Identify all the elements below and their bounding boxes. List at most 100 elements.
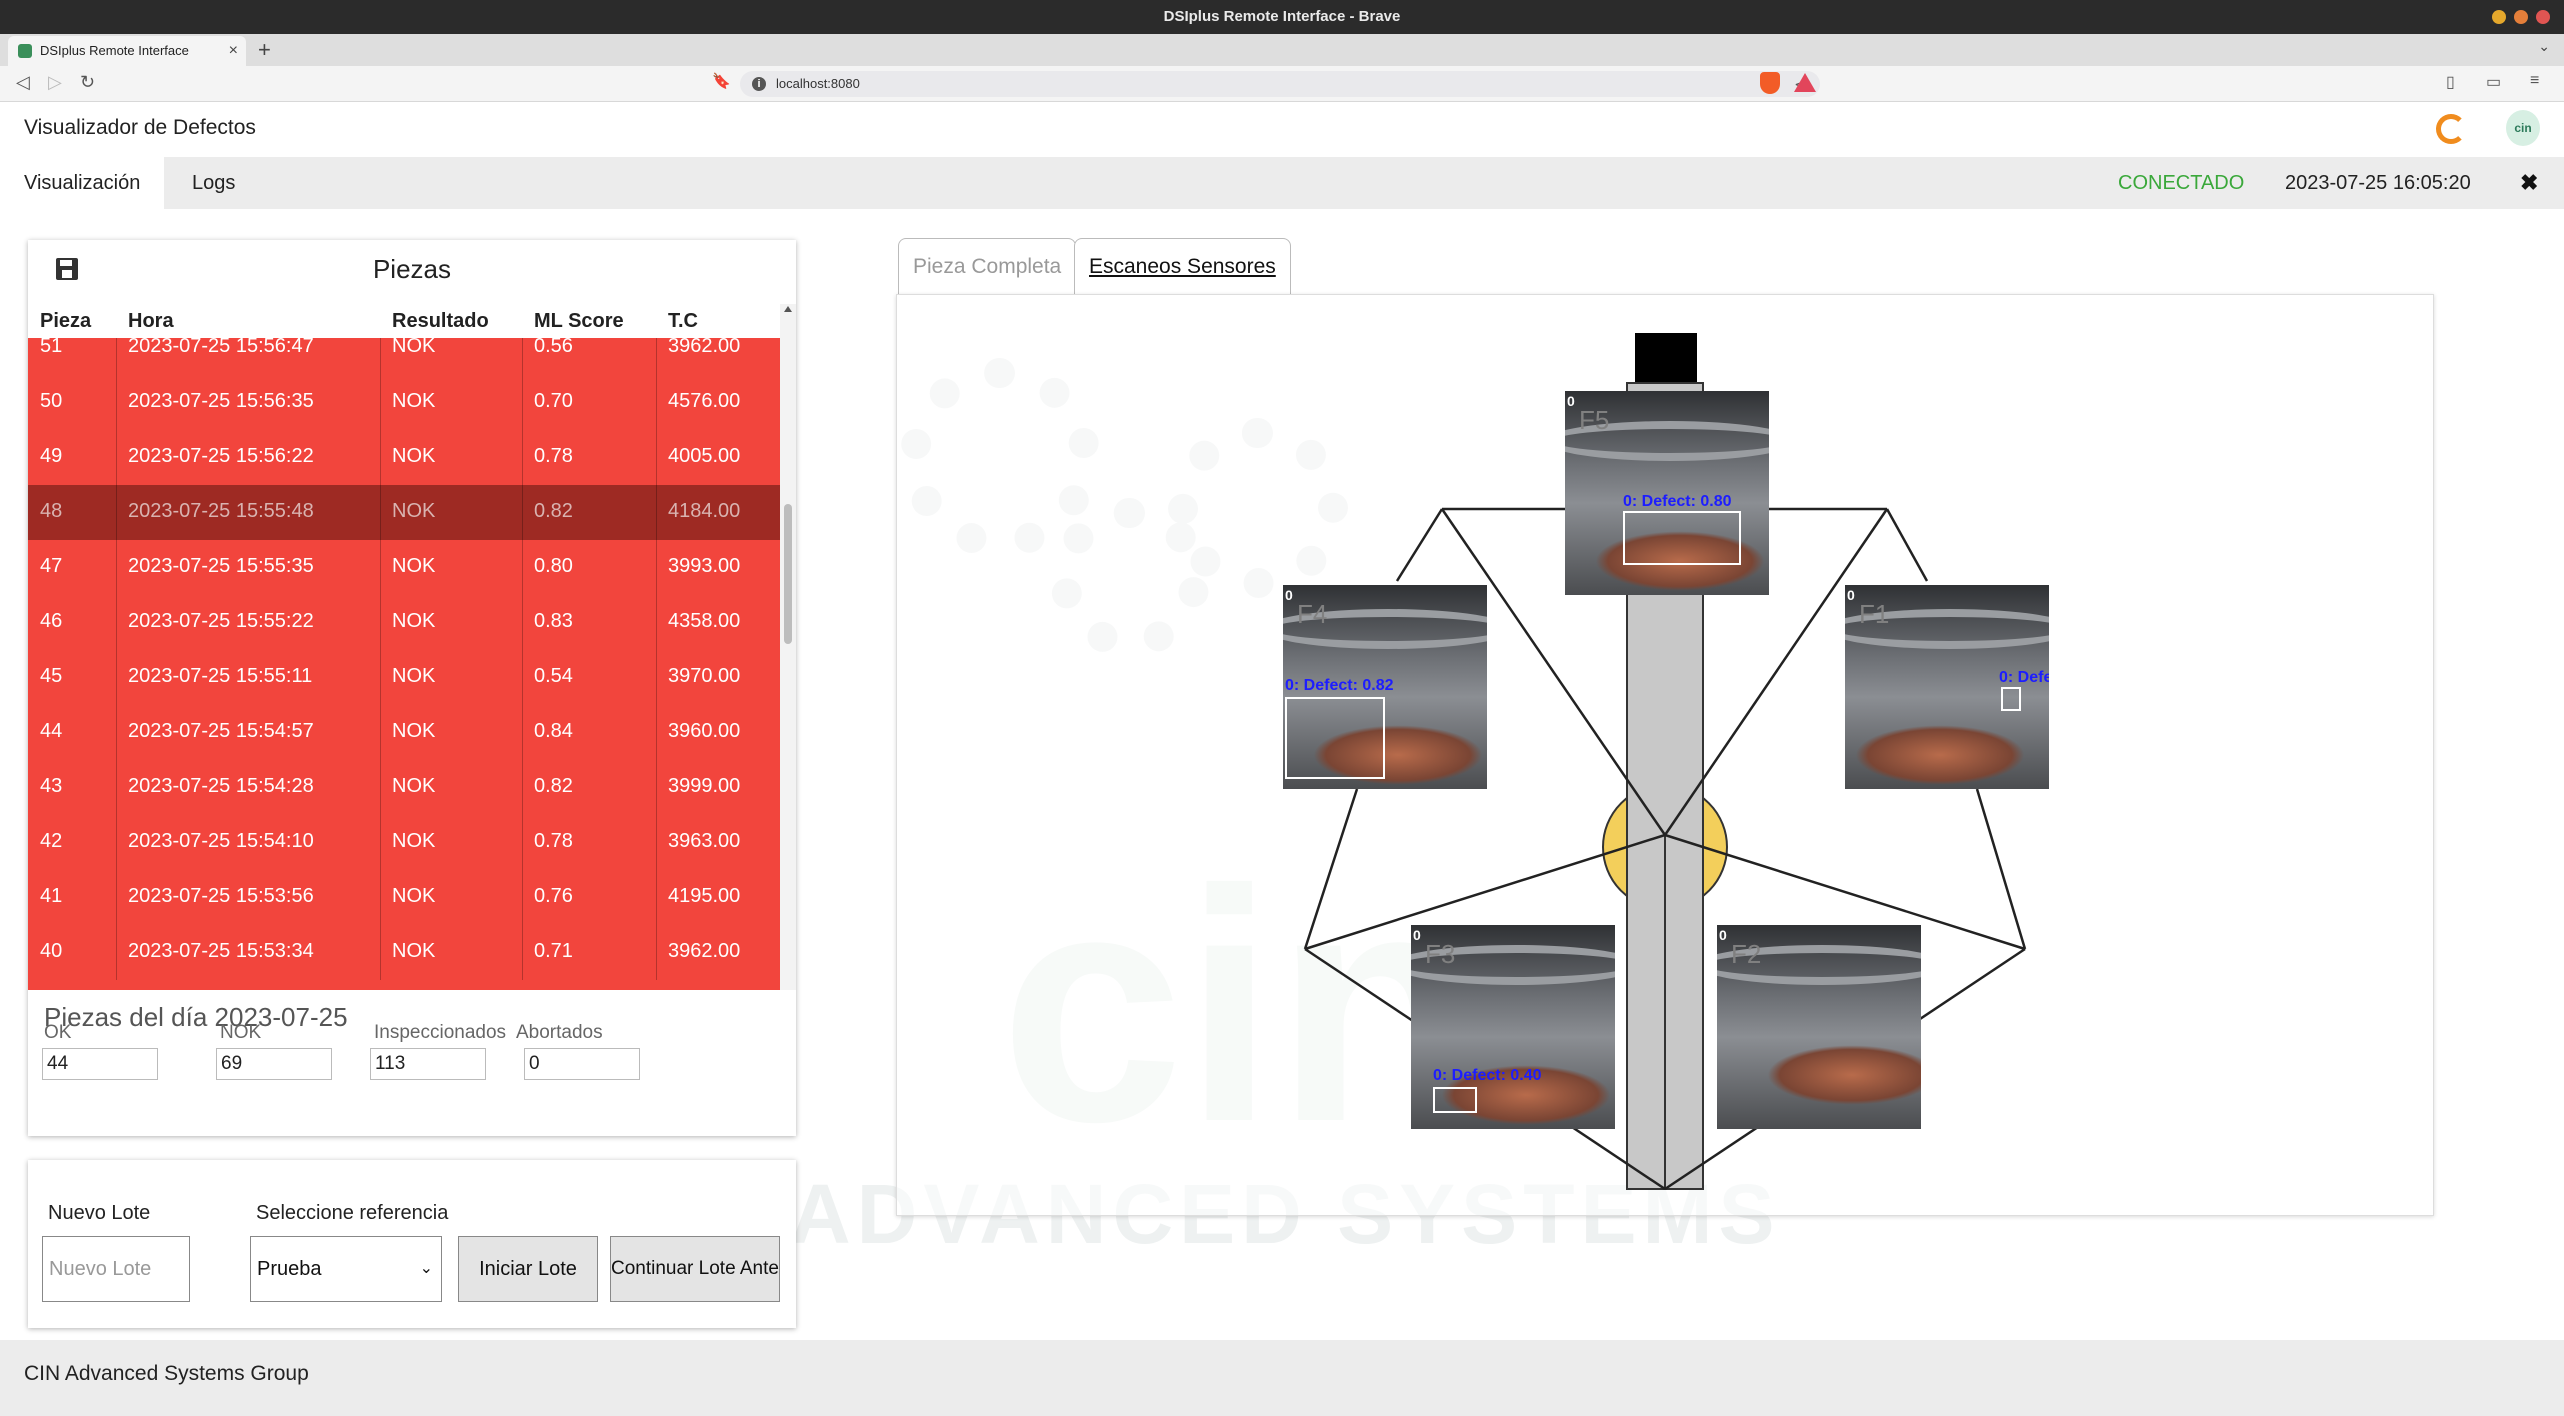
brave-shields-icon[interactable]	[1760, 72, 1780, 94]
cell-pieza: 51	[40, 338, 63, 357]
cell-hora: 2023-07-25 15:53:56	[128, 885, 314, 907]
day-summary-title: Piezas del día 2023-07-25	[44, 1002, 348, 1032]
window-title: DSIplus Remote Interface - Brave	[1163, 8, 1401, 25]
wallet-icon[interactable]: ▭	[2486, 72, 2501, 92]
col-tc[interactable]: T.C	[668, 310, 698, 333]
cell-divider	[116, 705, 117, 760]
table-row[interactable]: 48 2023-07-25 15:55:48 NOK 0.82 4184.00	[28, 485, 780, 540]
col-ml-score[interactable]: ML Score	[534, 310, 624, 333]
cell-pieza: 40	[40, 940, 63, 962]
cell-divider	[116, 870, 117, 925]
cell-hora: 2023-07-25 15:54:10	[128, 830, 314, 852]
camera-f2[interactable]: 0 F2	[1717, 925, 1921, 1129]
cell-divider	[380, 870, 381, 925]
col-hora[interactable]: Hora	[128, 310, 174, 333]
back-icon[interactable]: ◁	[16, 72, 30, 93]
table-scrollbar[interactable]	[780, 304, 796, 990]
camera-f1[interactable]: 0 F1 0: Defe	[1845, 585, 2049, 789]
camera-f3[interactable]: 0 F3 0: Defect: 0.40	[1411, 925, 1615, 1129]
cell-divider	[116, 650, 117, 705]
table-row[interactable]: 47 2023-07-25 15:55:35 NOK 0.80 3993.00	[28, 540, 780, 595]
cell-resultado: NOK	[392, 885, 436, 907]
maximize-button[interactable]	[2514, 10, 2528, 24]
cell-resultado: NOK	[392, 338, 436, 357]
table-row[interactable]: 42 2023-07-25 15:54:10 NOK 0.78 3963.00	[28, 815, 780, 870]
menu-icon[interactable]: ≡	[2530, 72, 2539, 90]
cell-ml-score: 0.82	[534, 775, 573, 797]
table-row[interactable]: 51 2023-07-25 15:56:47 NOK 0.56 3962.00	[28, 338, 780, 375]
address-bar[interactable]: i localhost:8080 ⊖ ⋖	[740, 71, 1820, 97]
forward-icon[interactable]: ▷	[48, 72, 62, 93]
tab-close-icon[interactable]: ×	[229, 36, 238, 66]
bookmark-icon[interactable]: 🔖	[712, 72, 731, 90]
tab-visualizacion[interactable]: Visualización	[0, 157, 165, 209]
site-info-icon[interactable]: i	[752, 77, 766, 91]
close-icon[interactable]: ✖	[2520, 157, 2538, 209]
iniciar-lote-button[interactable]: Iniciar Lote	[458, 1236, 598, 1302]
sensor-viewer: 0 F5 0: Defect: 0.80 0 F4 0: Defect: 0.8…	[896, 294, 2434, 1216]
footer: CIN Advanced Systems Group	[0, 1340, 2564, 1416]
table-row[interactable]: 45 2023-07-25 15:55:11 NOK 0.54 3970.00	[28, 650, 780, 705]
scroll-up-icon[interactable]	[784, 306, 792, 312]
nok-field[interactable]: 69	[216, 1048, 332, 1080]
brave-rewards-icon[interactable]	[1794, 73, 1816, 92]
minimize-button[interactable]	[2492, 10, 2506, 24]
cell-hora: 2023-07-25 15:55:35	[128, 555, 314, 577]
camera-index: 0	[1285, 587, 1293, 603]
table-row[interactable]: 40 2023-07-25 15:53:34 NOK 0.71 3962.00	[28, 925, 780, 980]
new-tab-button[interactable]: +	[258, 36, 271, 64]
cell-divider	[380, 705, 381, 760]
camera-f5[interactable]: 0 F5 0: Defect: 0.80	[1565, 391, 1769, 595]
table-row[interactable]: 50 2023-07-25 15:56:35 NOK 0.70 4576.00	[28, 375, 780, 430]
cell-divider	[116, 595, 117, 650]
table-row[interactable]: 49 2023-07-25 15:56:22 NOK 0.78 4005.00	[28, 430, 780, 485]
cell-divider	[116, 815, 117, 870]
cell-resultado: NOK	[392, 775, 436, 797]
cell-tc: 3993.00	[668, 555, 741, 577]
cell-divider	[656, 540, 657, 595]
tab-logs[interactable]: Logs	[168, 157, 259, 209]
cell-divider	[522, 338, 523, 375]
cell-hora: 2023-07-25 15:55:48	[128, 500, 314, 522]
camera-label: F3	[1425, 939, 1456, 969]
lote-panel: Nuevo Lote Seleccione referencia Nuevo L…	[28, 1160, 796, 1328]
col-pieza[interactable]: Pieza	[40, 310, 91, 333]
reload-icon[interactable]: ↻	[80, 72, 95, 93]
camera-index: 0	[1719, 927, 1727, 943]
cell-divider	[656, 650, 657, 705]
tab-pieza-completa[interactable]: Pieza Completa	[898, 238, 1077, 294]
inspeccionados-field[interactable]: 113	[370, 1048, 486, 1080]
piezas-panel: Piezas Pieza Hora Resultado ML Score T.C…	[28, 240, 796, 1136]
favicon-icon	[18, 44, 32, 58]
cell-divider	[116, 430, 117, 485]
scroll-thumb[interactable]	[784, 504, 792, 644]
cell-divider	[522, 705, 523, 760]
cell-ml-score: 0.82	[534, 500, 573, 522]
table-row[interactable]: 46 2023-07-25 15:55:22 NOK 0.83 4358.00	[28, 595, 780, 650]
table-row[interactable]: 41 2023-07-25 15:53:56 NOK 0.76 4195.00	[28, 870, 780, 925]
cell-tc: 4195.00	[668, 885, 741, 907]
cell-ml-score: 0.56	[534, 338, 573, 357]
sidebar-icon[interactable]: ▯	[2446, 72, 2455, 92]
table-row[interactable]: 43 2023-07-25 15:54:28 NOK 0.82 3999.00	[28, 760, 780, 815]
tab-escaneos-sensores[interactable]: Escaneos Sensores	[1074, 238, 1291, 294]
table-row[interactable]	[28, 980, 780, 990]
camera-f4[interactable]: 0 F4 0: Defect: 0.82	[1283, 585, 1487, 789]
continuar-lote-button[interactable]: Continuar Lote Anterior	[610, 1236, 780, 1302]
cell-hora: 2023-07-25 15:54:28	[128, 775, 314, 797]
nuevo-lote-input[interactable]: Nuevo Lote	[42, 1236, 190, 1302]
camera-index: 0	[1413, 927, 1421, 943]
table-row[interactable]: 44 2023-07-25 15:54:57 NOK 0.84 3960.00	[28, 705, 780, 760]
browser-tab[interactable]: DSIplus Remote Interface ×	[8, 36, 246, 66]
close-window-button[interactable]	[2536, 10, 2550, 24]
cell-divider	[522, 925, 523, 980]
ok-field[interactable]: 44	[42, 1048, 158, 1080]
abortados-field[interactable]: 0	[524, 1048, 640, 1080]
tab-list-chevron-icon[interactable]: ⌄	[2538, 38, 2550, 55]
col-resultado[interactable]: Resultado	[392, 310, 489, 333]
cell-resultado: NOK	[392, 390, 436, 412]
cell-pieza: 50	[40, 390, 63, 412]
defect-label: 0: Defect: 0.82	[1285, 677, 1394, 694]
window-controls	[2492, 10, 2550, 24]
referencia-select[interactable]: Prueba ⌄	[250, 1236, 442, 1302]
